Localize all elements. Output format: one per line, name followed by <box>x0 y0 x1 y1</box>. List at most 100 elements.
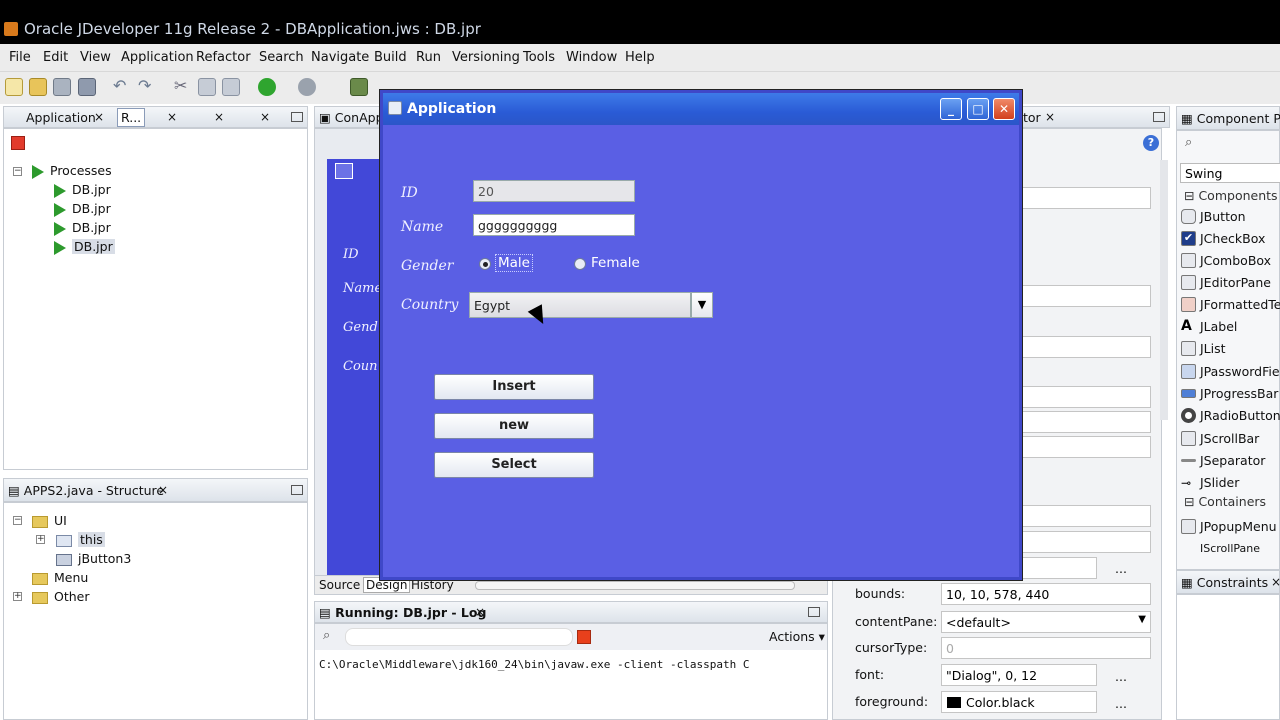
foreground-ellipsis-button[interactable]: ... <box>1115 696 1127 711</box>
tab-application-close[interactable]: × <box>94 110 104 124</box>
property-field[interactable] <box>1021 505 1151 527</box>
search-icon[interactable]: ⌕ <box>1185 135 1192 150</box>
maximize-icon[interactable]: □ <box>967 98 989 120</box>
new-button[interactable]: new <box>434 413 594 439</box>
tree-jbutton3[interactable]: jButton3 <box>56 551 131 566</box>
property-field[interactable] <box>1021 336 1151 358</box>
minimize-panel-icon[interactable] <box>291 112 303 122</box>
palette-item-jlabel[interactable]: JLabel <box>1200 319 1237 334</box>
minimize-icon[interactable]: _ <box>940 98 962 120</box>
chevron-down-icon[interactable]: ▼ <box>691 292 713 318</box>
cut-icon[interactable]: ✂ <box>174 78 192 96</box>
palette-item-jpasswordfield[interactable]: JPasswordField <box>1200 364 1280 379</box>
id-field[interactable]: 20 <box>473 180 635 202</box>
tree-expand-icon[interactable]: + <box>13 592 22 601</box>
tree-this[interactable]: this <box>56 532 105 547</box>
tree-other[interactable]: Other <box>32 589 90 604</box>
tree-expand-icon[interactable]: + <box>36 535 45 544</box>
palette-item-jformattedtextfield[interactable]: JFormattedTex <box>1200 297 1280 312</box>
font-ellipsis-button[interactable]: ... <box>1115 669 1127 684</box>
palette-item-jradiobutton[interactable]: JRadioButton <box>1200 408 1280 423</box>
name-field[interactable]: gggggggggg <box>473 214 635 236</box>
menu-file[interactable]: File <box>9 50 31 65</box>
tab-application[interactable]: Application <box>26 110 96 125</box>
palette-item-jprogressbar[interactable]: JProgressBar <box>1200 386 1278 401</box>
menu-versioning[interactable]: Versioning <box>452 50 520 65</box>
property-ellipsis-button[interactable]: ... <box>1115 561 1127 576</box>
palette-category-select[interactable]: Swing <box>1180 163 1280 183</box>
log-tab[interactable]: ▤ Running: DB.jpr - Log <box>319 605 486 620</box>
tree-processes[interactable]: Processes <box>32 163 112 179</box>
menu-run[interactable]: Run <box>416 50 441 65</box>
menu-navigate[interactable]: Navigate <box>311 50 369 65</box>
tab-run[interactable]: R... <box>117 108 146 127</box>
editor-tab[interactable]: ▣ ConApp <box>319 110 384 125</box>
property-field[interactable] <box>1021 531 1151 553</box>
female-radio[interactable] <box>574 258 586 270</box>
property-field[interactable] <box>1021 187 1151 209</box>
constraints-tab[interactable]: ▦ Constraints <box>1181 575 1268 590</box>
tree-item[interactable]: DB.jpr <box>54 201 111 217</box>
property-field[interactable] <box>1021 436 1151 458</box>
select-button[interactable]: Select <box>434 452 594 478</box>
menu-view[interactable]: View <box>80 50 111 65</box>
tab-source[interactable]: Source <box>319 578 360 592</box>
menu-edit[interactable]: Edit <box>43 50 68 65</box>
palette-tab[interactable]: ▦ Component Pal <box>1181 111 1280 126</box>
make-icon[interactable] <box>350 78 368 96</box>
open-icon[interactable] <box>29 78 47 96</box>
tab-close-icon[interactable]: × <box>214 110 224 124</box>
tree-collapse-icon[interactable]: − <box>13 516 22 525</box>
undo-icon[interactable]: ↶ <box>113 78 131 96</box>
new-icon[interactable] <box>5 78 23 96</box>
palette-item-jlist[interactable]: JList <box>1200 341 1226 356</box>
property-field[interactable] <box>1021 411 1151 433</box>
tree-item[interactable]: DB.jpr <box>54 220 111 236</box>
palette-item-jbutton[interactable]: JButton <box>1200 209 1246 224</box>
menu-help[interactable]: Help <box>625 50 655 65</box>
stop-icon[interactable] <box>11 136 25 150</box>
inspector-scrollbar[interactable] <box>1160 160 1168 420</box>
minimize-panel-icon[interactable] <box>1153 112 1165 122</box>
log-search-input[interactable] <box>345 628 573 646</box>
tree-ui[interactable]: UI <box>32 513 67 528</box>
tree-collapse-icon[interactable]: − <box>13 167 22 176</box>
tree-item-selected[interactable]: DB.jpr <box>54 239 115 255</box>
search-icon[interactable]: ⌕ <box>323 628 330 643</box>
palette-item-jscrollpane[interactable]: JScrollPane <box>1200 542 1260 552</box>
palette-item-jscrollbar[interactable]: JScrollBar <box>1200 431 1259 446</box>
actions-menu[interactable]: Actions ▾ <box>769 629 825 644</box>
palette-item-jcheckbox[interactable]: JCheckBox <box>1200 231 1265 246</box>
paste-icon[interactable] <box>222 78 240 96</box>
palette-item-jcombobox[interactable]: JComboBox <box>1200 253 1271 268</box>
male-radio[interactable] <box>479 258 491 270</box>
dialog-title-bar[interactable]: Application _ □ ✕ <box>383 93 1019 125</box>
horizontal-scrollbar[interactable] <box>475 581 795 590</box>
menu-search[interactable]: Search <box>259 50 304 65</box>
close-icon[interactable]: ✕ <box>993 98 1015 120</box>
back-icon[interactable] <box>258 78 276 96</box>
redo-icon[interactable]: ↷ <box>138 78 156 96</box>
menu-window[interactable]: Window <box>566 50 617 65</box>
male-radio-label[interactable]: Male <box>495 254 533 272</box>
palette-item-jpopupmenu[interactable]: JPopupMenu <box>1200 519 1277 534</box>
tab-run-close[interactable]: × <box>167 110 177 124</box>
prop-value-cursortype[interactable]: 0 <box>941 637 1151 659</box>
save-icon[interactable] <box>53 78 71 96</box>
palette-item-jeditorpane[interactable]: JEditorPane <box>1200 275 1271 290</box>
palette-item-jslider[interactable]: JSlider <box>1200 475 1239 490</box>
menu-application[interactable]: Application <box>121 50 194 65</box>
menu-tools[interactable]: Tools <box>523 50 555 65</box>
constraints-close-icon[interactable]: × <box>1271 575 1280 589</box>
forward-icon[interactable] <box>298 78 316 96</box>
minimize-panel-icon[interactable] <box>808 607 820 617</box>
property-field[interactable] <box>1021 386 1151 408</box>
structure-tab[interactable]: ▤ APPS2.java - Structure <box>8 483 164 498</box>
minimize-panel-icon[interactable] <box>291 485 303 495</box>
inspector-tab[interactable]: tor <box>1023 110 1041 125</box>
palette-item-jseparator[interactable]: JSeparator <box>1200 453 1265 468</box>
palette-section-components[interactable]: ⊟ Components <box>1184 188 1278 203</box>
prop-value-bounds[interactable]: 10, 10, 578, 440 <box>941 583 1151 605</box>
save-all-icon[interactable] <box>78 78 96 96</box>
menu-build[interactable]: Build <box>374 50 407 65</box>
